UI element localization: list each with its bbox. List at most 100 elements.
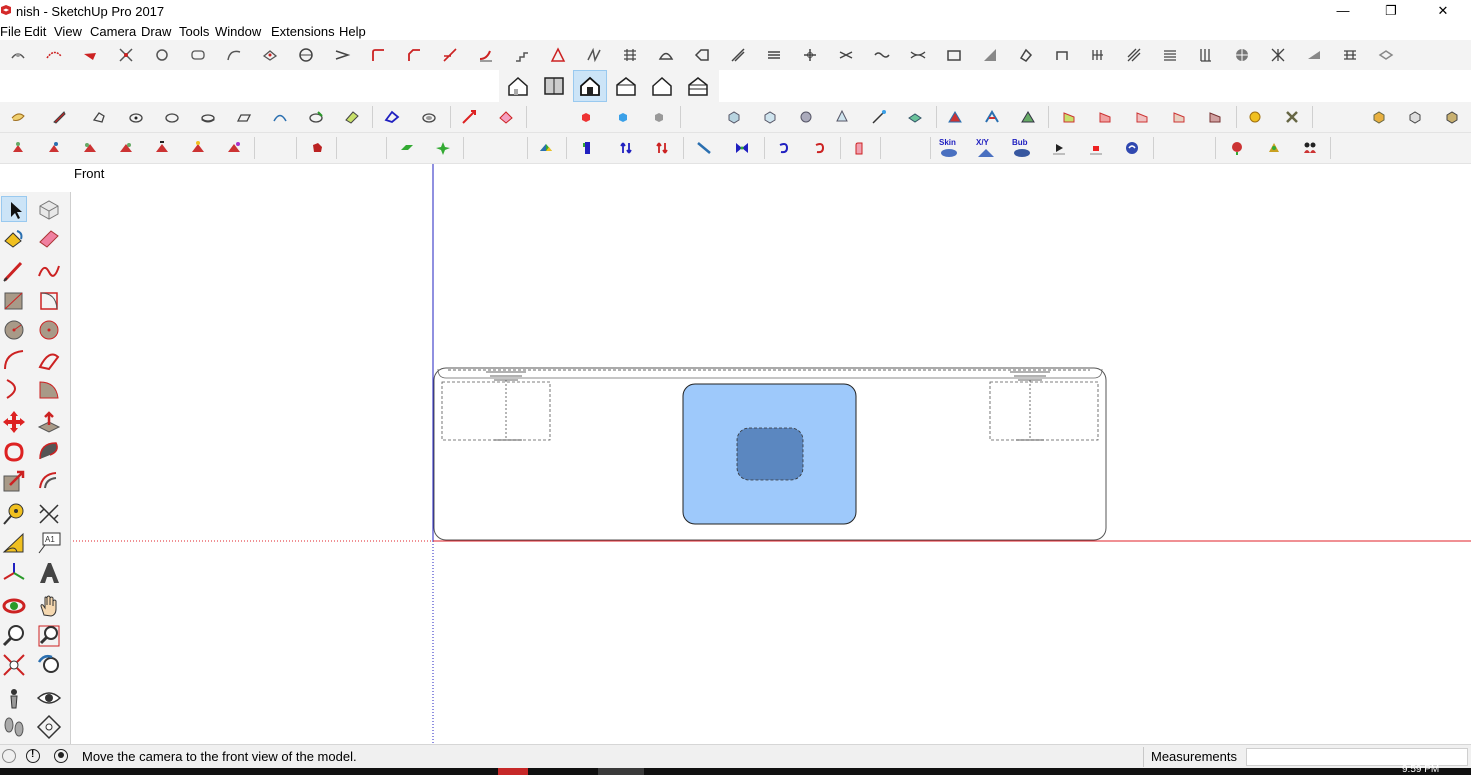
shape-d-icon[interactable] bbox=[199, 108, 217, 126]
layers-icon[interactable] bbox=[765, 46, 783, 64]
shape-a-icon[interactable] bbox=[90, 108, 108, 126]
joint-icon[interactable] bbox=[585, 46, 603, 64]
grid-icon[interactable] bbox=[621, 46, 639, 64]
wall-a-icon[interactable] bbox=[1060, 108, 1078, 126]
pink-hand-icon[interactable] bbox=[850, 139, 868, 157]
plant-g-icon[interactable] bbox=[225, 139, 243, 157]
solid-d-icon[interactable] bbox=[833, 108, 851, 126]
wave-icon[interactable] bbox=[873, 46, 891, 64]
flip-icon[interactable] bbox=[333, 46, 351, 64]
draw-icon[interactable] bbox=[81, 46, 99, 64]
hatch-icon[interactable] bbox=[1125, 46, 1143, 64]
scale-line-icon[interactable] bbox=[837, 46, 855, 64]
zoom-icon[interactable] bbox=[1, 623, 27, 649]
menu-help[interactable]: Help bbox=[339, 24, 366, 39]
tree-red-icon[interactable] bbox=[1228, 139, 1246, 157]
shape-f-icon[interactable] bbox=[271, 108, 289, 126]
previous-view-icon[interactable] bbox=[36, 652, 62, 678]
bub-tool[interactable]: Bub bbox=[1010, 138, 1036, 160]
walk-icon[interactable] bbox=[1, 714, 27, 740]
lasso-icon[interactable] bbox=[9, 108, 27, 126]
plant-d-icon[interactable] bbox=[117, 139, 135, 157]
minimize-button[interactable]: — bbox=[1320, 2, 1366, 20]
menu-window[interactable]: Window bbox=[215, 24, 261, 39]
curl-red-icon[interactable] bbox=[811, 139, 829, 157]
eraser-shape-icon[interactable] bbox=[261, 46, 279, 64]
roof-a-icon[interactable] bbox=[946, 108, 964, 126]
dome-icon[interactable] bbox=[657, 46, 675, 64]
erase-pink-icon[interactable] bbox=[497, 108, 515, 126]
coin-icon[interactable] bbox=[1246, 108, 1264, 126]
shape-e-icon[interactable] bbox=[235, 108, 253, 126]
front-view-icon[interactable] bbox=[578, 75, 602, 97]
rotate-icon[interactable] bbox=[153, 46, 171, 64]
user-account-icon[interactable] bbox=[54, 749, 68, 763]
blue-cube-icon[interactable] bbox=[614, 108, 632, 126]
orbit-icon[interactable] bbox=[1, 593, 27, 619]
sandbox-icon[interactable] bbox=[9, 46, 27, 64]
split-icon[interactable] bbox=[801, 46, 819, 64]
top-view-icon[interactable] bbox=[542, 75, 566, 97]
tape-measure-icon[interactable] bbox=[1, 501, 27, 527]
freehand-icon[interactable] bbox=[36, 258, 62, 284]
look-around-icon[interactable] bbox=[36, 685, 62, 711]
shape-g-icon[interactable] bbox=[307, 108, 325, 126]
red-block-icon[interactable] bbox=[308, 139, 326, 157]
shape-icon[interactable] bbox=[189, 46, 207, 64]
position-camera-icon[interactable] bbox=[1, 685, 27, 711]
component-b-icon[interactable] bbox=[1406, 108, 1424, 126]
paint-icon[interactable] bbox=[50, 108, 68, 126]
columns-icon[interactable] bbox=[1197, 46, 1215, 64]
fillet-icon[interactable] bbox=[369, 46, 387, 64]
two-point-arc-icon[interactable] bbox=[36, 347, 62, 373]
three-point-arc-icon[interactable] bbox=[1, 376, 27, 402]
wall-b-icon[interactable] bbox=[1096, 108, 1114, 126]
move-icon[interactable] bbox=[1, 409, 27, 435]
curve-icon[interactable] bbox=[45, 46, 63, 64]
xy-tool[interactable]: X/Y bbox=[974, 138, 1000, 160]
menu-view[interactable]: View bbox=[54, 24, 82, 39]
plane-icon[interactable] bbox=[1377, 46, 1395, 64]
solid-a-icon[interactable] bbox=[725, 108, 743, 126]
right-view-icon[interactable] bbox=[614, 75, 638, 97]
axes-icon[interactable] bbox=[1, 560, 27, 586]
make-component-icon[interactable] bbox=[36, 196, 62, 222]
dimension-icon[interactable] bbox=[36, 501, 62, 527]
corner-icon[interactable] bbox=[477, 46, 495, 64]
menu-edit[interactable]: Edit bbox=[24, 24, 46, 39]
credits-icon[interactable]: ! bbox=[26, 749, 40, 763]
menu-camera[interactable]: Camera bbox=[90, 24, 136, 39]
offset-tool-icon[interactable] bbox=[36, 468, 62, 494]
tree-green-icon[interactable] bbox=[1265, 139, 1283, 157]
plant-e-icon[interactable] bbox=[153, 139, 171, 157]
tiles-icon[interactable] bbox=[1341, 46, 1359, 64]
roof-c-icon[interactable] bbox=[1019, 108, 1037, 126]
gray-cube-icon[interactable] bbox=[650, 108, 668, 126]
scissor-icon[interactable] bbox=[117, 46, 135, 64]
push-pull-icon[interactable] bbox=[36, 409, 62, 435]
sphere-icon[interactable] bbox=[297, 46, 315, 64]
diagonal-tool-icon[interactable] bbox=[695, 139, 713, 157]
arc-tool-icon[interactable] bbox=[225, 46, 243, 64]
taskbar-app-active[interactable] bbox=[598, 768, 644, 775]
green-star-icon[interactable] bbox=[434, 139, 452, 157]
shelves-icon[interactable] bbox=[1089, 46, 1107, 64]
bowtie-icon[interactable] bbox=[733, 139, 751, 157]
skin-tool[interactable]: Skin bbox=[937, 138, 963, 160]
tools-cross-icon[interactable] bbox=[1283, 108, 1301, 126]
arrows-red-icon[interactable] bbox=[653, 139, 671, 157]
eraser-icon[interactable] bbox=[36, 225, 62, 251]
zoom-extents-icon[interactable] bbox=[1, 652, 27, 678]
component-a-icon[interactable] bbox=[1370, 108, 1388, 126]
mesh-icon[interactable] bbox=[1233, 46, 1251, 64]
drawing-viewport[interactable]: Front bbox=[70, 164, 1471, 744]
move-red-icon[interactable] bbox=[460, 108, 478, 126]
lines-icon[interactable] bbox=[1161, 46, 1179, 64]
wall-c-icon[interactable] bbox=[1133, 108, 1151, 126]
arc-icon[interactable] bbox=[1, 347, 27, 373]
rectangle-icon[interactable] bbox=[1, 288, 27, 314]
back-view-icon[interactable] bbox=[650, 75, 674, 97]
paint-bucket-icon[interactable] bbox=[1, 225, 27, 251]
text-tool-icon[interactable]: A1 bbox=[36, 530, 62, 556]
maximize-button[interactable]: ❐ bbox=[1368, 2, 1414, 20]
